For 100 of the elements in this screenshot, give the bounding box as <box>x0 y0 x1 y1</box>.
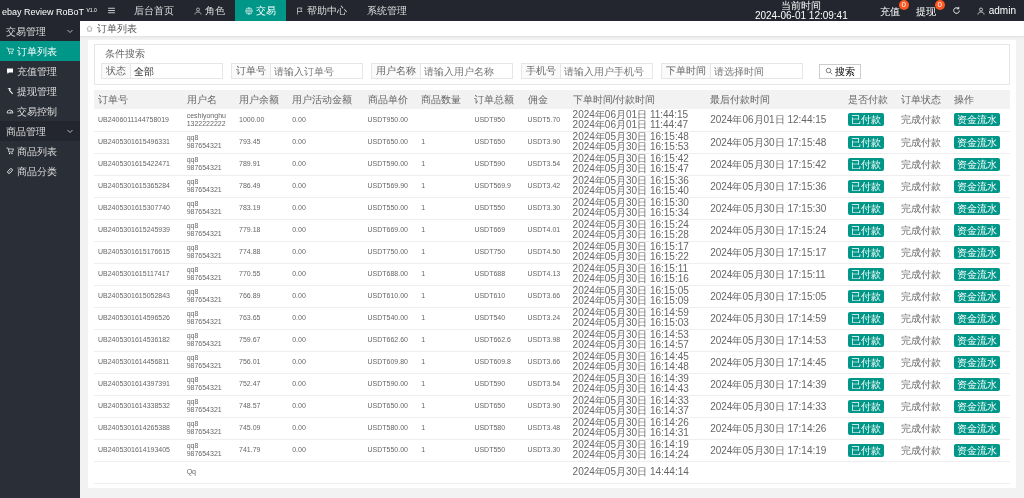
action-button[interactable]: 资金流水 <box>954 267 1001 281</box>
table-cell: 2024年05月30日 17:15:17 <box>706 241 844 263</box>
paid-badge: 已付款 <box>847 135 884 149</box>
action-button[interactable]: 资金流水 <box>954 333 1001 347</box>
paid-badge: 已付款 <box>847 201 884 215</box>
table-cell: 完成付款 <box>896 131 951 153</box>
column-header: 佣金 <box>523 90 569 109</box>
clock-time: 2024-06-01 12:09:41 <box>754 10 848 21</box>
gauge-icon <box>6 107 14 115</box>
column-header: 是否付款 <box>843 90 897 109</box>
action-button[interactable]: 资金流水 <box>954 443 1001 457</box>
flag-icon <box>295 6 304 15</box>
table-cell: 完成付款 <box>896 417 951 439</box>
table-cell: 2024年05月30日 17:15:30 <box>706 197 844 219</box>
nav-tab[interactable]: 系统管理 <box>356 0 417 21</box>
nav-tab[interactable]: 后台首页 <box>123 0 184 21</box>
action-button[interactable]: 资金流水 <box>954 157 1001 171</box>
column-header: 订单号 <box>94 90 183 109</box>
paid-badge: 已付款 <box>847 157 884 171</box>
action-button[interactable]: 资金流水 <box>954 399 1001 413</box>
pay-time: 2024年05月30日 16:15:34 <box>572 208 690 218</box>
order-time: 2024年06月01日 11:44:15 <box>572 109 690 120</box>
nav-link[interactable]: 提现 <box>915 6 936 17</box>
paid-badge: 已付款 <box>847 113 884 127</box>
breadcrumb-label: 订单列表 <box>97 22 137 36</box>
menu-icon <box>106 6 116 15</box>
table-cell: 2024年06月01日 12:44:15 <box>706 109 844 131</box>
field-label: 状态 <box>101 63 131 79</box>
field-label: 下单时间 <box>661 63 711 79</box>
table-cell: 2024年05月30日 17:15:05 <box>706 285 844 307</box>
sidebar-group[interactable]: 交易管理 <box>0 21 80 41</box>
action-button[interactable]: 资金流水 <box>954 421 1001 435</box>
table-cell: 完成付款 <box>896 263 951 285</box>
order-time: 2024年05月30日 16:14:45 <box>572 352 690 362</box>
order-time: 2024年05月30日 16:15:30 <box>572 198 690 208</box>
nav-tab[interactable]: 帮助中心 <box>285 0 357 21</box>
nav-tab[interactable]: 角色 <box>183 0 235 21</box>
action-button[interactable]: 资金流水 <box>954 355 1001 369</box>
table-cell: 完成付款 <box>896 197 951 219</box>
table-cell: 2024年05月30日 17:14:26 <box>706 417 844 439</box>
input-field[interactable]: 请输入用户名称 <box>421 63 513 79</box>
table-cell: 完成付款 <box>896 219 951 241</box>
table-cell: 完成付款 <box>896 109 951 131</box>
pay-time: 2024年05月30日 16:15:53 <box>572 142 690 152</box>
order-time: 2024年05月30日 16:14:59 <box>572 308 690 318</box>
count-badge: 0 <box>934 0 945 10</box>
nav-link[interactable]: 充值 <box>879 6 900 17</box>
column-header: 用户名 <box>182 90 236 109</box>
action-button[interactable]: 资金流水 <box>954 201 1001 215</box>
field-label: 订单号 <box>231 63 271 79</box>
action-button[interactable]: 资金流水 <box>954 113 1001 127</box>
table-cell: 2024年05月30日 17:14:19 <box>706 439 844 461</box>
column-header: 操作 <box>950 90 1010 109</box>
paid-badge: 已付款 <box>847 399 884 413</box>
column-header: 用户余额 <box>235 90 289 109</box>
column-header: 最后付款时间 <box>706 90 844 109</box>
chat-icon <box>6 67 14 75</box>
action-button[interactable]: 资金流水 <box>954 289 1001 303</box>
cart-icon <box>6 47 14 55</box>
select-field[interactable]: 全部 <box>131 63 223 79</box>
column-header: 商品数量 <box>417 90 471 109</box>
pay-time: 2024年05月30日 16:14:37 <box>572 406 690 416</box>
table-cell: 2024年05月30日 17:14:39 <box>706 373 844 395</box>
brand-logo: ebay Review RoBoT $^{V1.0}$ <box>1 5 98 18</box>
column-header: 下单时间/付款时间 <box>568 90 707 109</box>
action-button[interactable]: 资金流水 <box>954 311 1001 325</box>
caret-icon <box>66 127 74 135</box>
nav-tab[interactable]: 交易 <box>234 0 286 21</box>
search-legend: 条件搜索 <box>105 46 1003 61</box>
table-cell: 2024年05月30日 17:15:36 <box>706 175 844 197</box>
search-button[interactable]: 搜索 <box>819 63 861 79</box>
paid-badge: 已付款 <box>847 289 884 303</box>
search-icon <box>825 67 833 75</box>
action-button[interactable]: 资金流水 <box>954 135 1001 149</box>
input-field[interactable]: 请输入用户手机号 <box>561 63 653 79</box>
pay-time: 2024年05月30日 16:15:22 <box>572 252 690 262</box>
count-badge: 0 <box>898 0 909 10</box>
action-button[interactable]: 资金流水 <box>954 179 1001 193</box>
sidebar-item[interactable]: 订单列表 <box>0 41 80 61</box>
table-cell: 完成付款 <box>896 175 951 197</box>
input-field[interactable]: 请选择时间 <box>711 63 803 79</box>
paid-badge: 已付款 <box>847 333 884 347</box>
refresh-icon <box>951 6 961 15</box>
sidebar-group[interactable]: 商品管理 <box>0 121 80 141</box>
action-button[interactable]: 资金流水 <box>954 245 1001 259</box>
action-button[interactable]: 资金流水 <box>954 377 1001 391</box>
order-time: 2024年05月30日 16:15:17 <box>572 242 690 252</box>
column-header: 用户活动金额 <box>288 90 364 109</box>
action-button[interactable]: 资金流水 <box>954 223 1001 237</box>
table-cell: 完成付款 <box>896 351 951 373</box>
user-menu[interactable]: admin <box>976 3 1016 18</box>
paid-badge: 已付款 <box>847 311 884 325</box>
input-field[interactable]: 请输入订单号 <box>271 63 363 79</box>
cart-icon <box>6 147 14 155</box>
table-cell: 完成付款 <box>896 153 951 175</box>
user-icon <box>193 6 202 15</box>
table-cell: 2024年05月30日 17:15:11 <box>706 263 844 285</box>
field-label: 用户名称 <box>371 63 421 79</box>
order-time: 2024年05月30日 14:44:14 <box>572 467 690 477</box>
field-label: 手机号 <box>521 63 561 79</box>
